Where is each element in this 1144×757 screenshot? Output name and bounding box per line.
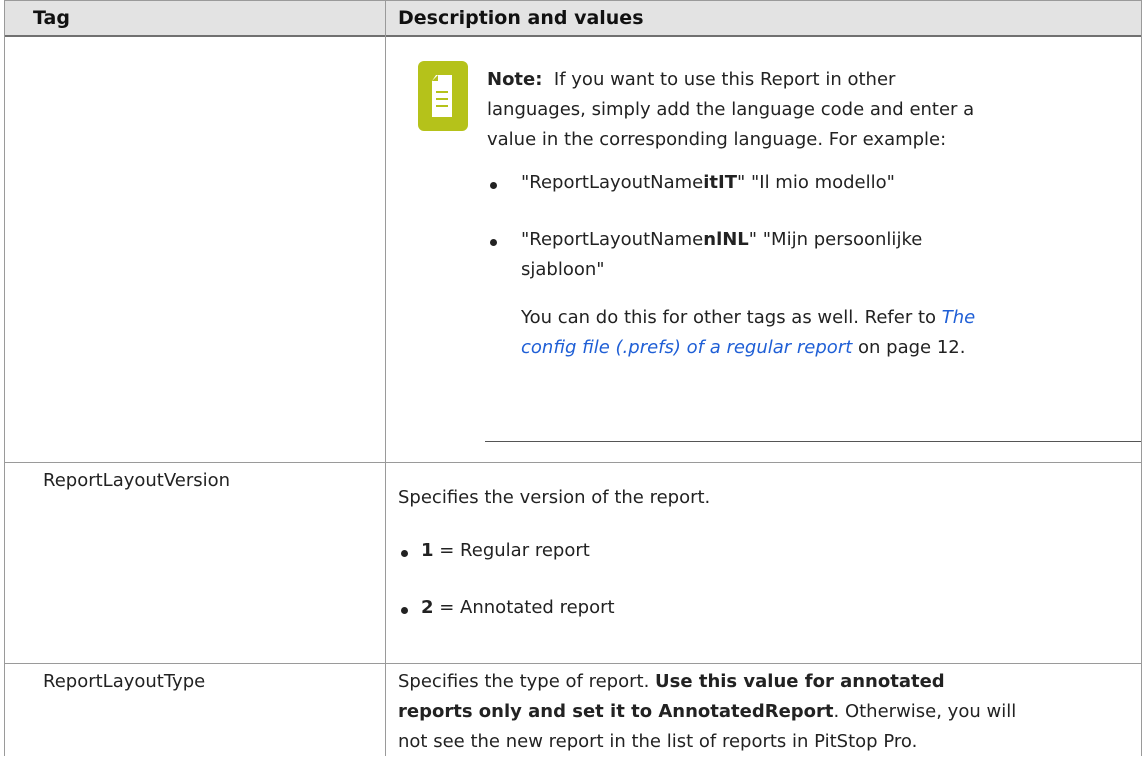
note-bullet-2: "ReportLayoutNamenlNL" "Mijn persoonlijk… [521,225,922,255]
type-desc-line-3: not see the new report in the list of re… [398,731,918,752]
note-line-3: value in the corresponding language. For… [487,129,947,150]
type-l2-post: . Otherwise, you will [833,701,1017,722]
type-l1-bold: Use this value for annotated [655,671,945,692]
b2-pre: "ReportLayoutName [521,229,704,250]
header-tag: Tag [33,7,70,29]
note-ref-line-1: You can do this for other tags as well. … [521,303,975,333]
row-separator [5,462,1141,463]
note-line-1: Note: If you want to use this Report in … [487,65,895,95]
note-bullet-1: "ReportLayoutNameitIT" "Il mio modello" [521,168,895,198]
note-bottom-rule [485,441,1141,442]
note-document-icon [418,61,468,131]
note-text-1: If you want to use this Report in other [553,69,896,90]
version-value-1: 1 = Regular report [421,536,590,566]
type-l1-pre: Specifies the type of report. [398,671,656,692]
ref-pre: You can do this for other tags as well. … [521,307,942,328]
type-desc-line-1: Specifies the type of report. Use this v… [398,667,945,697]
bullet [401,607,408,614]
b2-post: " "Mijn persoonlijke [748,229,923,250]
version-value-2: 2 = Annotated report [421,593,615,623]
header-description: Description and values [398,7,644,29]
row-separator [5,663,1141,664]
b2-bold: nlNL [703,229,749,250]
v2-text: = Annotated report [433,597,615,618]
note-label: Note: [487,69,543,90]
b1-bold: itIT [703,172,737,193]
column-divider [385,0,386,756]
b1-pre: "ReportLayoutName [521,172,704,193]
tag-report-layout-version: ReportLayoutVersion [43,470,231,491]
reference-table: Tag Description and values Note: If you … [4,0,1142,756]
v1-text: = Regular report [433,540,590,561]
note-bullet-2-cont: sjabloon" [521,259,605,280]
ref-link-part-2[interactable]: config file (.prefs) of a regular report [521,337,852,358]
bullet [490,239,497,246]
type-desc-line-2: reports only and set it to AnnotatedRepo… [398,697,1016,727]
b1-post: " "Il mio modello" [737,172,895,193]
version-description: Specifies the version of the report. [398,487,711,508]
v1-bold: 1 [421,540,434,561]
v2-bold: 2 [421,597,434,618]
ref-post: on page 12. [852,337,966,358]
note-ref-line-2: config file (.prefs) of a regular report… [521,333,965,363]
type-l2-bold: reports only and set it to AnnotatedRepo… [398,701,834,722]
note-line-2: languages, simply add the language code … [487,99,975,120]
table-header: Tag Description and values [5,0,1141,37]
tag-report-layout-type: ReportLayoutType [43,671,206,692]
bullet [401,550,408,557]
bullet [490,182,497,189]
ref-link-part-1[interactable]: The [942,307,975,328]
